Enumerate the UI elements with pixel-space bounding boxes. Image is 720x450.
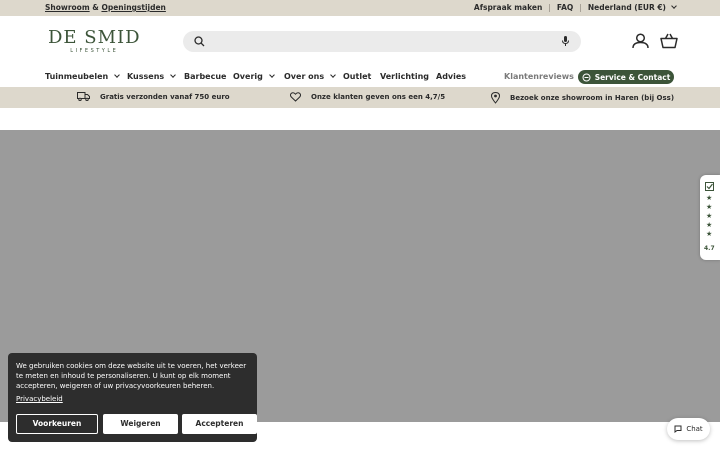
chevron-down-icon <box>170 71 177 78</box>
region-label: Nederland (EUR €) <box>587 3 666 12</box>
microphone-icon[interactable] <box>561 35 570 47</box>
showroom-link[interactable]: Showroom <box>45 3 90 12</box>
service-contact-label: Service & Contact <box>594 72 671 82</box>
search-icon[interactable] <box>194 36 205 47</box>
chevron-down-icon <box>114 71 121 78</box>
chat-bubble-icon <box>582 73 591 81</box>
usp-showroom-text: Bezoek onze showroom in Haren (bij Oss) <box>510 94 675 102</box>
chat-button[interactable]: Chat <box>667 418 710 440</box>
service-contact-button[interactable]: Service & Contact <box>578 70 674 84</box>
nav-item-verlichting[interactable]: Verlichting <box>380 72 429 81</box>
location-pin-icon <box>491 92 500 104</box>
star-icon: ★ <box>706 212 713 220</box>
nav-item-barbecue[interactable]: Barbecue <box>184 72 226 81</box>
cookie-accept-button[interactable]: Accepteren <box>182 414 257 434</box>
nav-label: Overig <box>233 72 263 81</box>
nav-item-tuinmeubelen[interactable]: Tuinmeubelen <box>45 71 121 81</box>
nav-item-advies[interactable]: Advies <box>436 72 466 81</box>
region-selector[interactable]: Nederland (EUR €) <box>587 3 677 12</box>
nav-label: Outlet <box>343 72 372 81</box>
reviews-link[interactable]: Klantenreviews <box>504 72 574 81</box>
appointment-link[interactable]: Afspraak maken <box>474 3 542 12</box>
nav-item-outlet[interactable]: Outlet <box>343 72 371 81</box>
usp-showroom: Bezoek onze showroom in Haren (bij Oss) <box>491 92 674 104</box>
separator: | <box>579 3 582 12</box>
review-score: 4.7 <box>704 245 715 252</box>
logo[interactable]: DE SMID LIFESTYLE <box>48 27 141 55</box>
chevron-down-icon <box>330 71 336 78</box>
cookie-banner: We gebruiken cookies om deze website uit… <box>8 353 257 442</box>
opening-hours-link[interactable]: Openingstijden <box>101 3 165 12</box>
nav-label: Verlichting <box>380 72 430 81</box>
amp-text: & <box>92 3 99 12</box>
chat-icon <box>674 425 682 433</box>
nav-item-overig[interactable]: Overig <box>233 71 275 81</box>
nav-label: Advies <box>436 72 467 81</box>
search-input[interactable] <box>213 34 543 49</box>
star-icon: ★ <box>706 221 713 229</box>
star-icon: ★ <box>706 203 713 211</box>
top-bar-left: Showroom & Openingstijden <box>45 3 166 12</box>
separator: | <box>548 3 551 12</box>
checkmark-shield-icon <box>705 182 714 191</box>
chevron-down-icon <box>269 71 275 78</box>
usp-shipping-text: Gratis verzonden vanaf 750 euro <box>100 92 230 101</box>
account-icon[interactable] <box>632 33 649 49</box>
chevron-down-icon <box>671 3 677 9</box>
faq-link[interactable]: FAQ <box>557 3 573 12</box>
nav-item-kussens[interactable]: Kussens <box>127 71 177 81</box>
usp-shipping: Gratis verzonden vanaf 750 euro <box>77 92 230 101</box>
logo-main: DE SMID <box>48 27 141 48</box>
logo-sub: LIFESTYLE <box>70 48 119 54</box>
usp-rating: Onze klanten geven ons een 4,7/5 <box>290 92 445 102</box>
cookie-text: We gebruiken cookies om deze website uit… <box>16 362 247 390</box>
nav-label: Over ons <box>284 72 325 81</box>
nav-label: Tuinmeubelen <box>45 72 109 81</box>
main-nav: Tuinmeubelen Kussens Barbecue Overig Ove… <box>0 68 720 87</box>
privacy-policy-link[interactable]: Privacybeleid <box>16 394 63 404</box>
star-icon: ★ <box>706 194 713 202</box>
cookie-preferences-button[interactable]: Voorkeuren <box>16 414 98 434</box>
nav-label: Barbecue <box>184 72 227 81</box>
nav-item-over-ons[interactable]: Over ons <box>284 71 336 81</box>
nav-label: Kussens <box>127 72 165 81</box>
top-bar-right: Afspraak maken | FAQ | Nederland (EUR €) <box>474 3 677 12</box>
review-widget[interactable]: ★ ★ ★ ★ ★ 4.7 <box>700 175 720 260</box>
heart-icon <box>290 92 301 102</box>
star-icon: ★ <box>706 230 713 238</box>
usp-bar: Gratis verzonden vanaf 750 euro Onze kla… <box>0 87 720 108</box>
truck-icon <box>77 92 90 101</box>
search-bar[interactable] <box>183 31 581 52</box>
top-bar: Showroom & Openingstijden Afspraak maken… <box>0 0 720 16</box>
cookie-deny-button[interactable]: Weigeren <box>103 414 178 434</box>
chat-label: Chat <box>686 425 703 433</box>
header: DE SMID LIFESTYLE <box>0 16 720 68</box>
usp-rating-text: Onze klanten geven ons een 4,7/5 <box>311 93 446 101</box>
cart-icon[interactable] <box>660 33 678 49</box>
